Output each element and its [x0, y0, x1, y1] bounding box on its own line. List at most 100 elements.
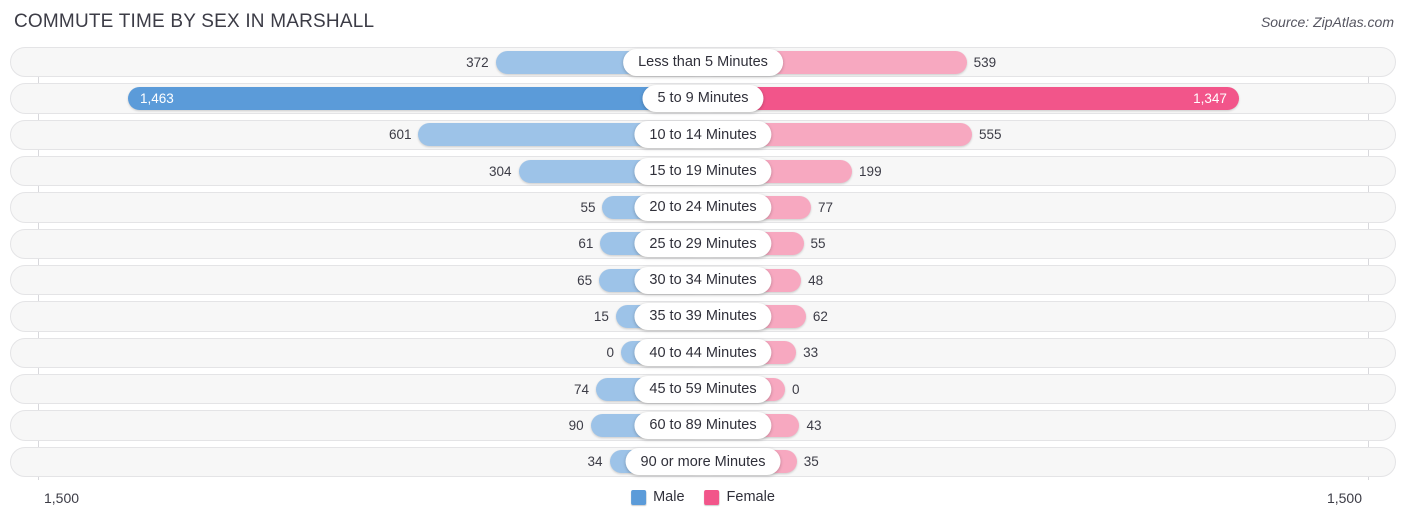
male-value-label: 74	[574, 381, 590, 397]
legend-swatch-icon	[704, 489, 720, 505]
row-content: 55 77 20 to 24 Minutes	[0, 189, 1406, 225]
female-half: 33	[703, 335, 1322, 371]
row-content: 34 35 90 or more Minutes	[0, 444, 1406, 480]
bar-row[interactable]: 304 199 15 to 19 Minutes	[0, 153, 1406, 189]
legend-swatch-icon	[631, 489, 647, 505]
female-value-label: 35	[803, 454, 819, 470]
category-label: 35 to 39 Minutes	[634, 302, 772, 330]
bar-row[interactable]: 65 48 30 to 34 Minutes	[0, 262, 1406, 298]
row-content: 304 199 15 to 19 Minutes	[0, 153, 1406, 189]
bar-row[interactable]: 34 35 90 or more Minutes	[0, 444, 1406, 480]
category-label: 60 to 89 Minutes	[634, 411, 772, 439]
legend-label: Male	[653, 489, 685, 505]
row-content: 74 0 45 to 59 Minutes	[0, 371, 1406, 407]
male-half: 74	[84, 371, 703, 407]
chart-page: COMMUTE TIME BY SEX IN MARSHALL Source: …	[0, 0, 1406, 523]
legend-item-female[interactable]: Female	[704, 489, 775, 505]
male-value-label: 372	[466, 54, 489, 70]
female-value-label: 555	[979, 127, 1002, 143]
category-label: 20 to 24 Minutes	[634, 193, 772, 221]
male-value-label: 601	[388, 127, 412, 143]
row-content: 61 55 25 to 29 Minutes	[0, 226, 1406, 262]
bar-row[interactable]: 15 62 35 to 39 Minutes	[0, 298, 1406, 334]
female-value-label: 0	[792, 381, 800, 397]
male-half: 61	[84, 226, 703, 262]
male-half: 0	[84, 335, 703, 371]
bar-row[interactable]: 90 43 60 to 89 Minutes	[0, 407, 1406, 443]
female-bar[interactable]: 1,347	[703, 86, 1239, 110]
row-content: 1,463 1,347 5 to 9 Minutes	[0, 80, 1406, 116]
male-value-label: 1,463	[140, 90, 174, 106]
page-title: COMMUTE TIME BY SEX IN MARSHALL	[14, 11, 375, 32]
female-value-label: 539	[973, 54, 997, 70]
male-value-label: 90	[568, 417, 584, 433]
row-content: 601 555 10 to 14 Minutes	[0, 117, 1406, 153]
bar-row[interactable]: 1,463 1,347 5 to 9 Minutes	[0, 80, 1406, 116]
chart-legend: Male Female	[631, 489, 775, 505]
female-half: 77	[703, 189, 1322, 225]
male-value-label: 15	[593, 308, 609, 324]
male-half: 65	[84, 262, 703, 298]
bar-row[interactable]: 372 539 Less than 5 Minutes	[0, 44, 1406, 80]
female-value-label: 48	[808, 272, 824, 288]
male-value-label: 65	[577, 272, 593, 288]
category-label: 25 to 29 Minutes	[634, 230, 772, 258]
female-value-label: 77	[817, 199, 833, 215]
male-half: 601	[84, 117, 703, 153]
legend-item-male[interactable]: Male	[631, 489, 685, 505]
axis-label-left: 1,500	[44, 490, 80, 506]
chart-footer: 1,500 Male Female 1,500	[0, 480, 1406, 523]
female-half: 43	[703, 407, 1322, 443]
female-value-label: 62	[812, 308, 828, 324]
row-content: 0 33 40 to 44 Minutes	[0, 335, 1406, 371]
male-value-label: 61	[578, 236, 594, 252]
row-content: 372 539 Less than 5 Minutes	[0, 44, 1406, 80]
male-value-label: 55	[580, 199, 596, 215]
female-half: 62	[703, 298, 1322, 334]
male-value-label: 0	[606, 345, 614, 361]
row-content: 90 43 60 to 89 Minutes	[0, 407, 1406, 443]
male-half: 304	[84, 153, 703, 189]
bar-row[interactable]: 61 55 25 to 29 Minutes	[0, 226, 1406, 262]
category-label: Less than 5 Minutes	[623, 48, 783, 76]
female-half: 48	[703, 262, 1322, 298]
female-half: 539	[703, 44, 1322, 80]
female-value-label: 1,347	[1193, 90, 1227, 106]
bar-row[interactable]: 601 555 10 to 14 Minutes	[0, 117, 1406, 153]
bar-rows-container: 372 539 Less than 5 Minutes 1,463 1,347 5 to …	[0, 44, 1406, 480]
female-value-label: 33	[803, 345, 819, 361]
axis-label-right: 1,500	[1326, 490, 1362, 506]
female-half: 199	[703, 153, 1322, 189]
source-attribution: Source: ZipAtlas.com	[1260, 14, 1394, 30]
male-bar[interactable]: 1,463	[128, 86, 703, 110]
category-label: 40 to 44 Minutes	[634, 339, 772, 367]
male-half: 34	[84, 444, 703, 480]
category-label: 5 to 9 Minutes	[642, 84, 764, 112]
male-half: 15	[84, 298, 703, 334]
category-label: 15 to 19 Minutes	[634, 157, 772, 185]
male-value-label: 304	[489, 163, 512, 179]
chart-header: COMMUTE TIME BY SEX IN MARSHALL Source: …	[0, 0, 1406, 44]
female-half: 55	[703, 226, 1322, 262]
male-half: 1,463	[84, 80, 703, 116]
bar-row[interactable]: 0 33 40 to 44 Minutes	[0, 335, 1406, 371]
female-value-label: 55	[810, 236, 826, 252]
category-label: 30 to 34 Minutes	[634, 266, 772, 294]
female-half: 1,347	[703, 80, 1322, 116]
male-value-label: 34	[587, 454, 603, 470]
male-half: 55	[84, 189, 703, 225]
category-label: 90 or more Minutes	[625, 448, 781, 476]
male-half: 90	[84, 407, 703, 443]
female-value-label: 199	[859, 163, 882, 179]
male-half: 372	[84, 44, 703, 80]
female-value-label: 43	[806, 417, 822, 433]
female-half: 555	[703, 117, 1322, 153]
legend-label: Female	[726, 489, 775, 505]
row-content: 65 48 30 to 34 Minutes	[0, 262, 1406, 298]
category-label: 45 to 59 Minutes	[634, 375, 772, 403]
female-half: 0	[703, 371, 1322, 407]
row-content: 15 62 35 to 39 Minutes	[0, 298, 1406, 334]
bar-row[interactable]: 55 77 20 to 24 Minutes	[0, 189, 1406, 225]
category-label: 10 to 14 Minutes	[634, 121, 772, 149]
bar-row[interactable]: 74 0 45 to 59 Minutes	[0, 371, 1406, 407]
